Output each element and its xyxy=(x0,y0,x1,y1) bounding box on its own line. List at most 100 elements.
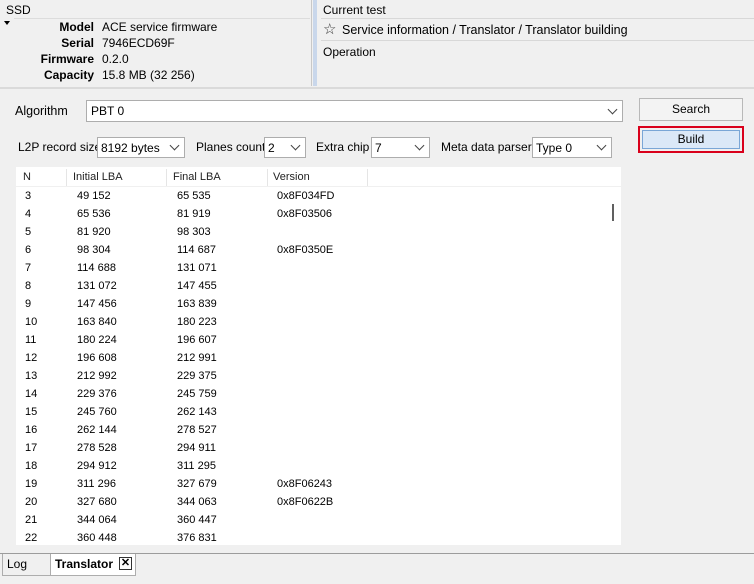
column-separator[interactable] xyxy=(66,169,67,186)
cell-version: 0x8F06243 xyxy=(277,478,333,490)
column-header-version[interactable]: Version xyxy=(273,171,310,183)
table-row[interactable]: 14 229 376 245 759 xyxy=(16,385,606,403)
search-button[interactable]: Search xyxy=(639,98,743,121)
cell-n: 10 xyxy=(25,316,38,328)
table-row[interactable]: 18 294 912 311 295 xyxy=(16,457,606,475)
meta-data-parser-select[interactable]: Type 0 xyxy=(532,137,612,158)
cell-final-lba: 245 759 xyxy=(177,388,217,400)
cell-version: 0x8F0350E xyxy=(277,244,334,256)
table-row[interactable]: 9 147 456 163 839 xyxy=(16,295,606,313)
table-row[interactable]: 15 245 760 262 143 xyxy=(16,403,606,421)
l2p-record-size-label: L2P record size xyxy=(18,140,102,154)
l2p-record-size-select[interactable]: 8192 bytes xyxy=(97,137,185,158)
divider xyxy=(321,18,754,19)
cell-final-lba: 212 991 xyxy=(177,352,217,364)
table-row[interactable]: 22 360 448 376 831 xyxy=(16,529,606,545)
column-separator[interactable] xyxy=(267,169,268,186)
cell-initial-lba: 311 296 xyxy=(77,478,116,490)
algorithm-value: PBT 0 xyxy=(91,104,125,118)
ssd-panel: SSD Model ACE service firmware Serial 79… xyxy=(0,0,312,86)
cell-final-lba: 229 375 xyxy=(177,370,217,382)
cell-n: 17 xyxy=(25,442,38,454)
table-row[interactable]: 6 98 304 114 687 0x8F0350E xyxy=(16,241,606,259)
table-row[interactable]: 3 49 152 65 535 0x8F034FD xyxy=(16,187,606,205)
table-row[interactable]: 8 131 072 147 455 xyxy=(16,277,606,295)
table-row[interactable]: 5 81 920 98 303 xyxy=(16,223,606,241)
model-label: Model xyxy=(59,20,94,34)
cell-n: 11 xyxy=(25,334,37,346)
table-row[interactable]: 12 196 608 212 991 xyxy=(16,349,606,367)
cell-initial-lba: 229 376 xyxy=(77,388,117,400)
table-row[interactable]: 21 344 064 360 447 xyxy=(16,511,606,529)
cell-final-lba: 196 607 xyxy=(177,334,217,346)
planes-count-select[interactable]: 2 xyxy=(264,137,306,158)
ssd-info: Model ACE service firmware Serial 7946EC… xyxy=(14,18,310,84)
table-row[interactable]: 10 163 840 180 223 xyxy=(16,313,606,331)
cell-initial-lba: 196 608 xyxy=(77,352,117,364)
build-button[interactable]: Build xyxy=(642,130,740,149)
algorithm-select[interactable]: PBT 0 xyxy=(86,100,623,122)
cell-initial-lba: 49 152 xyxy=(77,190,111,202)
column-header-initial-lba[interactable]: Initial LBA xyxy=(73,171,123,183)
tab-log[interactable]: Log xyxy=(2,554,51,576)
horizontal-divider xyxy=(0,87,754,89)
table-row[interactable]: 19 311 296 327 679 0x8F06243 xyxy=(16,475,606,493)
cell-initial-lba: 180 224 xyxy=(77,334,117,346)
cell-initial-lba: 245 760 xyxy=(77,406,117,418)
cell-version: 0x8F03506 xyxy=(277,208,333,220)
star-icon[interactable]: ☆ xyxy=(323,20,336,38)
table-row[interactable]: 20 327 680 344 063 0x8F0622B xyxy=(16,493,606,511)
extra-chip-select[interactable]: 7 xyxy=(371,137,430,158)
panel-splitter[interactable] xyxy=(313,0,317,86)
cell-final-lba: 163 839 xyxy=(177,298,217,310)
table-row[interactable]: 11 180 224 196 607 xyxy=(16,331,606,349)
cell-n: 7 xyxy=(25,262,32,274)
cell-final-lba: 81 919 xyxy=(177,208,211,220)
serial-value: 7946ECD69F xyxy=(102,36,175,50)
column-separator[interactable] xyxy=(166,169,167,186)
table-row[interactable]: 7 114 688 131 071 xyxy=(16,259,606,277)
cell-final-lba: 278 527 xyxy=(177,424,217,436)
bottom-tab-bar: Log Translator ✕ xyxy=(0,554,754,584)
cell-n: 12 xyxy=(25,352,38,364)
info-row-capacity: Capacity 15.8 MB (32 256) xyxy=(14,68,310,84)
close-icon[interactable]: ✕ xyxy=(119,557,132,570)
scrollbar-thumb[interactable] xyxy=(612,204,614,221)
column-header-n[interactable]: N xyxy=(23,171,31,183)
cell-initial-lba: 212 992 xyxy=(77,370,117,382)
column-header-final-lba[interactable]: Final LBA xyxy=(173,171,221,183)
cell-n: 13 xyxy=(25,370,38,382)
planes-count-label: Planes count xyxy=(196,140,266,154)
tab-translator-label: Translator xyxy=(55,557,114,571)
extra-chip-label: Extra chip xyxy=(316,140,370,154)
cell-final-lba: 98 303 xyxy=(177,226,211,238)
table-row[interactable]: 4 65 536 81 919 0x8F03506 xyxy=(16,205,606,223)
column-separator[interactable] xyxy=(367,169,368,186)
cell-n: 4 xyxy=(25,208,32,220)
cell-n: 16 xyxy=(25,424,38,436)
current-test-panel: Current test ☆ Service information / Tra… xyxy=(318,0,754,86)
tab-translator[interactable]: Translator ✕ xyxy=(50,554,136,576)
cell-initial-lba: 294 912 xyxy=(77,460,117,472)
collapse-caret-icon[interactable] xyxy=(4,21,10,25)
cell-n: 5 xyxy=(25,226,32,238)
cell-initial-lba: 147 456 xyxy=(77,298,117,310)
cell-initial-lba: 163 840 xyxy=(77,316,117,328)
chevron-down-icon xyxy=(596,140,607,151)
cell-final-lba: 147 455 xyxy=(177,280,217,292)
cell-initial-lba: 327 680 xyxy=(77,496,117,508)
translator-table: N Initial LBA Final LBA Version 3 49 152 6… xyxy=(16,167,621,545)
algorithm-label: Algorithm xyxy=(15,104,68,118)
table-row[interactable]: 16 262 144 278 527 xyxy=(16,421,606,439)
translator-panel: Algorithm PBT 0 Search Build L2P record … xyxy=(4,91,754,551)
cell-initial-lba: 360 448 xyxy=(77,532,117,544)
table-row[interactable]: 17 278 528 294 911 xyxy=(16,439,606,457)
cell-initial-lba: 98 304 xyxy=(77,244,111,256)
chevron-down-icon xyxy=(414,140,425,151)
cell-final-lba: 114 687 xyxy=(177,244,216,256)
vertical-scrollbar[interactable] xyxy=(607,187,621,545)
chevron-down-icon xyxy=(290,140,301,151)
cell-final-lba: 294 911 xyxy=(177,442,216,454)
tab-log-label: Log xyxy=(7,557,28,571)
table-row[interactable]: 13 212 992 229 375 xyxy=(16,367,606,385)
